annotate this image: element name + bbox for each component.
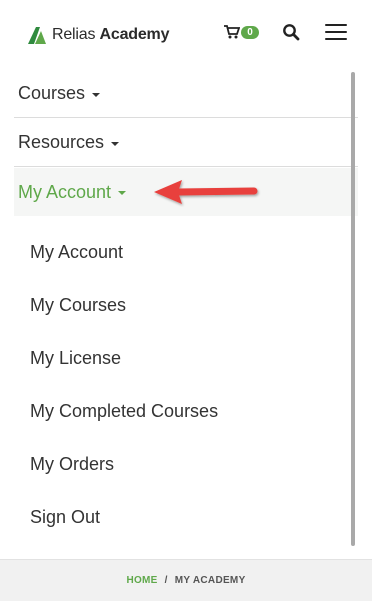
logo-text-bold: Academy — [99, 26, 170, 43]
hamburger-bar — [325, 38, 347, 40]
cart-count-badge: 0 — [241, 25, 259, 39]
nav-item-label: My Account — [18, 181, 112, 202]
search-button[interactable] — [282, 23, 300, 41]
caret-down-icon — [118, 191, 127, 195]
nav-item-courses[interactable]: Courses — [14, 70, 358, 118]
submenu-item-label: My License — [30, 347, 122, 368]
submenu-item-my-account[interactable]: My Account — [30, 237, 350, 267]
hamburger-bar — [325, 31, 347, 33]
submenu-item-my-orders[interactable]: My Orders — [30, 449, 350, 479]
top-header: Relias Academy 0 — [0, 0, 372, 70]
submenu-item-sign-out[interactable]: Sign Out — [30, 502, 350, 532]
nav-item-label: Courses — [18, 83, 86, 103]
submenu-item-label: My Completed Courses — [30, 400, 219, 421]
logo-text: Relias Academy — [52, 26, 169, 44]
breadcrumb: HOME / MY ACADEMY — [0, 559, 372, 601]
cart-button[interactable]: 0 — [224, 22, 259, 42]
submenu-item-label: My Account — [30, 241, 124, 262]
submenu-item-my-courses[interactable]: My Courses — [30, 290, 350, 320]
breadcrumb-home-link[interactable]: HOME — [126, 575, 157, 586]
relias-academy-logo[interactable]: Relias Academy — [27, 24, 169, 46]
breadcrumb-separator: / — [164, 575, 168, 586]
caret-down-icon — [111, 141, 120, 146]
red-pointer-arrow-icon — [154, 180, 258, 204]
submenu-item-label: Sign Out — [30, 506, 101, 527]
submenu-item-label: My Courses — [30, 294, 127, 315]
nav-menu-panel: Courses Resources My Account My Account … — [14, 70, 359, 548]
logo-text-regular: Relias — [52, 26, 96, 43]
nav-item-label: Resources — [18, 132, 105, 152]
hamburger-menu-button[interactable] — [325, 24, 347, 40]
submenu-item-label: My Orders — [30, 453, 115, 474]
submenu-item-my-license[interactable]: My License — [30, 343, 350, 373]
page: Relias Academy 0 Courses Resources My Ac… — [0, 0, 372, 601]
nav-item-resources[interactable]: Resources — [14, 119, 358, 167]
cart-icon — [224, 25, 240, 39]
search-icon — [283, 24, 300, 41]
relias-logo-icon — [28, 27, 46, 44]
breadcrumb-current: MY ACADEMY — [174, 575, 246, 586]
hamburger-bar — [325, 24, 347, 26]
submenu-item-my-completed-courses[interactable]: My Completed Courses — [30, 396, 350, 426]
caret-down-icon — [92, 92, 101, 97]
menu-scrollbar[interactable] — [351, 72, 355, 546]
